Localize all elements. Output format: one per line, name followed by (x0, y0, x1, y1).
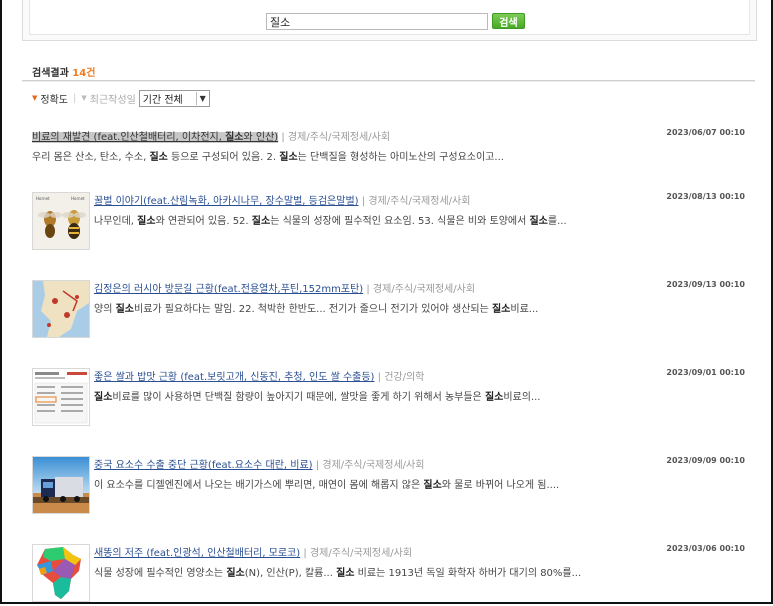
post-date: 2023/06/07 00:10 (666, 128, 745, 137)
period-select[interactable]: 기간 전체 ▼ (138, 89, 210, 107)
post-date: 2023/09/13 00:10 (666, 280, 745, 289)
search-button[interactable]: 검색 (492, 13, 525, 29)
search-input[interactable] (266, 13, 488, 30)
list-item: 중국 요소수 수출 중단 근황(feat.요소수 대란, 비료) | 경제/주식… (32, 456, 745, 514)
post-title-link[interactable]: 비료의 재발견 (feat.인산철배터리, 이차전지, 질소와 인산) (32, 132, 279, 143)
post-category[interactable]: 경제/주식/국제정세/사회 (322, 460, 424, 471)
post-category[interactable]: 경제/주식/국제정세/사회 (373, 284, 475, 295)
post-thumbnail[interactable] (32, 544, 90, 602)
results-count: 14건 (72, 68, 96, 79)
post-snippet: 식물 성장에 필수적인 영양소는 질소(N), 인산(P), 칼륨... 질소 … (94, 564, 581, 579)
period-select-value: 기간 전체 (142, 94, 183, 106)
thumb-label: Hornet (71, 196, 85, 201)
search-area: 검색 (22, 0, 757, 41)
sort-separator: | (73, 92, 77, 104)
sort-bar: ▼ 정확도 | ▼ 최근작성일 기간 전체 ▼ (32, 89, 210, 107)
post-snippet-text: 식물 성장에 필수적인 영양소는 질소(N), 인산(P), 칼륨... 질소 … (94, 568, 582, 579)
post-title-link[interactable]: 새똥의 저주 (feat.인광석, 인산철배터리, 모로코) (94, 548, 300, 559)
results-label: 검색결과 (32, 68, 69, 79)
list-item: 좋은 쌀과 밥맛 근황 (feat.보릿고개, 신동진, 추청, 인도 쌀 수출… (32, 368, 745, 426)
triangle-down-icon: ▼ (32, 94, 38, 102)
post-snippet: 나무인데, 질소와 연관되어 있음. 52. 질소는 식물의 성장에 필수적인 … (94, 212, 567, 227)
header-divider-shadow (22, 81, 755, 82)
post-category[interactable]: 경제/주식/국제정세/사회 (310, 548, 412, 559)
page-frame: 검색 검색결과 14건 ▼ 정확도 | ▼ 최근작성일 기간 전체 ▼ 비료의 … (0, 0, 773, 604)
post-title-link[interactable]: 좋은 쌀과 밥맛 근황 (feat.보릿고개, 신동진, 추청, 인도 쌀 수출… (94, 372, 374, 383)
sort-accuracy-link[interactable]: 정확도 (40, 91, 68, 106)
post-category[interactable]: 경제/주식/국제정세/사회 (288, 132, 390, 143)
chevron-down-icon: ▼ (195, 91, 209, 105)
post-category[interactable]: 경제/주식/국제정세/사회 (368, 196, 470, 207)
post-title-link[interactable]: 꿀벌 이야기(feat.산림녹화, 아카시나무, 장수말벌, 등검은말벌) (94, 196, 359, 207)
search-box-panel: 검색 (29, 0, 750, 35)
sort-recent-link[interactable]: 최근작성일 (90, 91, 136, 106)
thumb-label: Hornet (36, 196, 50, 201)
post-title-link[interactable]: 중국 요소수 수출 중단 근황(feat.요소수 대란, 비료) (94, 460, 313, 471)
post-snippet: 우리 몸은 산소, 탄소, 수소, 질소 등으로 구성되어 있음. 2. 질소는… (32, 148, 504, 163)
results-header: 검색결과 14건 (32, 64, 95, 79)
post-snippet-text: 나무인데, 질소와 연관되어 있음. 52. 질소는 식물의 성장에 필수적인 … (94, 216, 567, 227)
post-thumbnail[interactable] (32, 368, 90, 426)
post-snippet: 이 요소수를 디젤엔진에서 나오는 배기가스에 뿌리면, 매연이 몸에 해롭지 … (94, 476, 559, 491)
post-category[interactable]: 건강/의학 (384, 372, 424, 383)
post-snippet: 양의 질소비료가 필요하다는 말임. 22. 척박한 한반도... 전기가 줄으… (94, 300, 538, 315)
post-date: 2023/03/06 00:10 (666, 544, 745, 553)
triangle-down-icon: ▼ (81, 94, 87, 102)
list-item: Hornet Hornet 꿀벌 이야기(feat.산림녹화, 아카시나무, 장… (32, 192, 745, 250)
post-thumbnail[interactable] (32, 280, 90, 338)
post-date: 2023/09/01 00:10 (666, 368, 745, 377)
list-item: 김정은의 러시아 방문길 근황(feat.전용열차,푸틴,152mm포탄) | … (32, 280, 745, 338)
post-snippet-text: 우리 몸은 산소, 탄소, 수소, 질소 등으로 구성되어 있음. 2. 질소는… (32, 152, 504, 163)
post-thumbnail[interactable] (32, 456, 90, 514)
post-snippet-text: 양의 질소비료가 필요하다는 말임. 22. 척박한 한반도... 전기가 줄으… (94, 304, 539, 315)
list-item: 새똥의 저주 (feat.인광석, 인산철배터리, 모로코) | 경제/주식/국… (32, 544, 745, 602)
post-snippet-text: 이 요소수를 디젤엔진에서 나오는 배기가스에 뿌리면, 매연이 몸에 해롭지 … (94, 480, 560, 491)
post-date: 2023/08/13 00:10 (666, 192, 745, 201)
post-title-link[interactable]: 김정은의 러시아 방문길 근황(feat.전용열차,푸틴,152mm포탄) (94, 284, 363, 295)
list-item: 비료의 재발견 (feat.인산철배터리, 이차전지, 질소와 인산) | 경제… (32, 128, 745, 163)
post-date: 2023/09/09 00:10 (666, 456, 745, 465)
post-thumbnail[interactable]: Hornet Hornet (32, 192, 90, 250)
post-snippet-text: 질소비료를 많이 사용하면 단백질 함량이 높아지기 때문에, 쌀맛을 좋게 하… (94, 392, 541, 403)
post-snippet: 질소비료를 많이 사용하면 단백질 함량이 높아지기 때문에, 쌀맛을 좋게 하… (94, 388, 540, 403)
